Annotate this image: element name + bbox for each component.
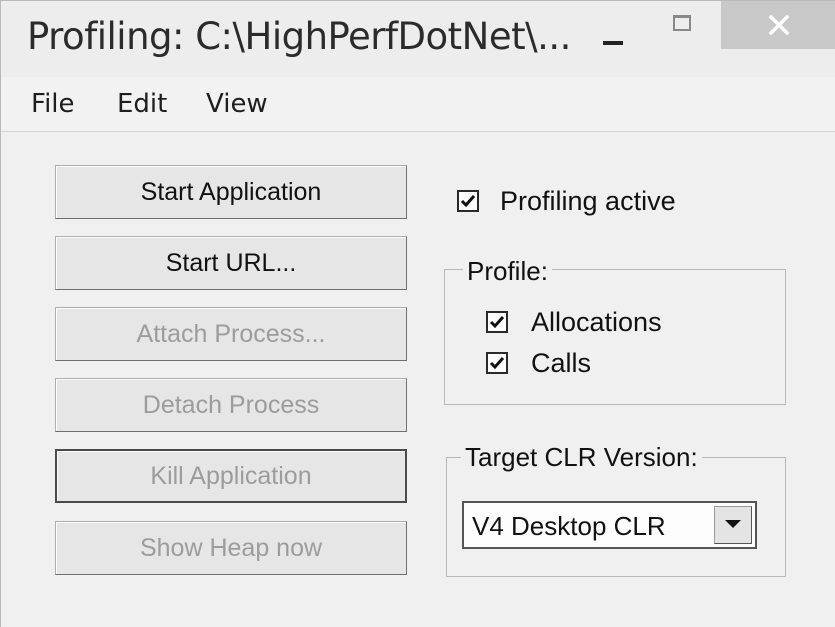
menu-file[interactable]: File — [31, 89, 75, 119]
profiler-window: Profiling: C:\HighPerfDotNet\... File Ed… — [0, 0, 835, 627]
checkmark-icon — [460, 195, 476, 208]
profiling-active-checkbox[interactable] — [457, 190, 479, 212]
start-application-button[interactable]: Start Application — [55, 165, 407, 219]
allocations-checkbox[interactable] — [486, 311, 508, 333]
checkmark-icon — [489, 357, 505, 370]
checkmark-icon — [489, 316, 505, 329]
chevron-down-icon[interactable] — [714, 506, 752, 544]
window-title: Profiling: C:\HighPerfDotNet\... — [27, 15, 571, 58]
clr-version-select[interactable]: V4 Desktop CLR — [462, 501, 757, 549]
close-icon — [768, 15, 790, 35]
calls-checkbox[interactable] — [486, 352, 508, 374]
calls-label: Calls — [531, 348, 592, 378]
show-heap-button[interactable]: Show Heap now — [55, 521, 407, 575]
menu-edit[interactable]: Edit — [117, 89, 167, 119]
profiling-active-label: Profiling active — [500, 186, 676, 216]
start-url-button[interactable]: Start URL... — [55, 236, 407, 290]
menu-bar: File Edit View — [1, 77, 835, 132]
close-button[interactable] — [721, 1, 835, 49]
kill-application-button[interactable]: Kill Application — [55, 449, 407, 503]
client-area: Start Application Start URL... Attach Pr… — [1, 132, 835, 627]
minimize-button[interactable] — [591, 11, 641, 55]
maximize-button[interactable] — [659, 11, 709, 55]
clr-version-value: V4 Desktop CLR — [472, 511, 666, 541]
detach-process-button[interactable]: Detach Process — [55, 378, 407, 432]
allocations-label: Allocations — [531, 307, 662, 337]
title-bar[interactable]: Profiling: C:\HighPerfDotNet\... — [1, 1, 835, 77]
menu-view[interactable]: View — [206, 89, 268, 119]
clr-version-legend: Target CLR Version: — [461, 442, 702, 473]
profile-group-legend: Profile: — [463, 256, 552, 287]
attach-process-button[interactable]: Attach Process... — [55, 307, 407, 361]
